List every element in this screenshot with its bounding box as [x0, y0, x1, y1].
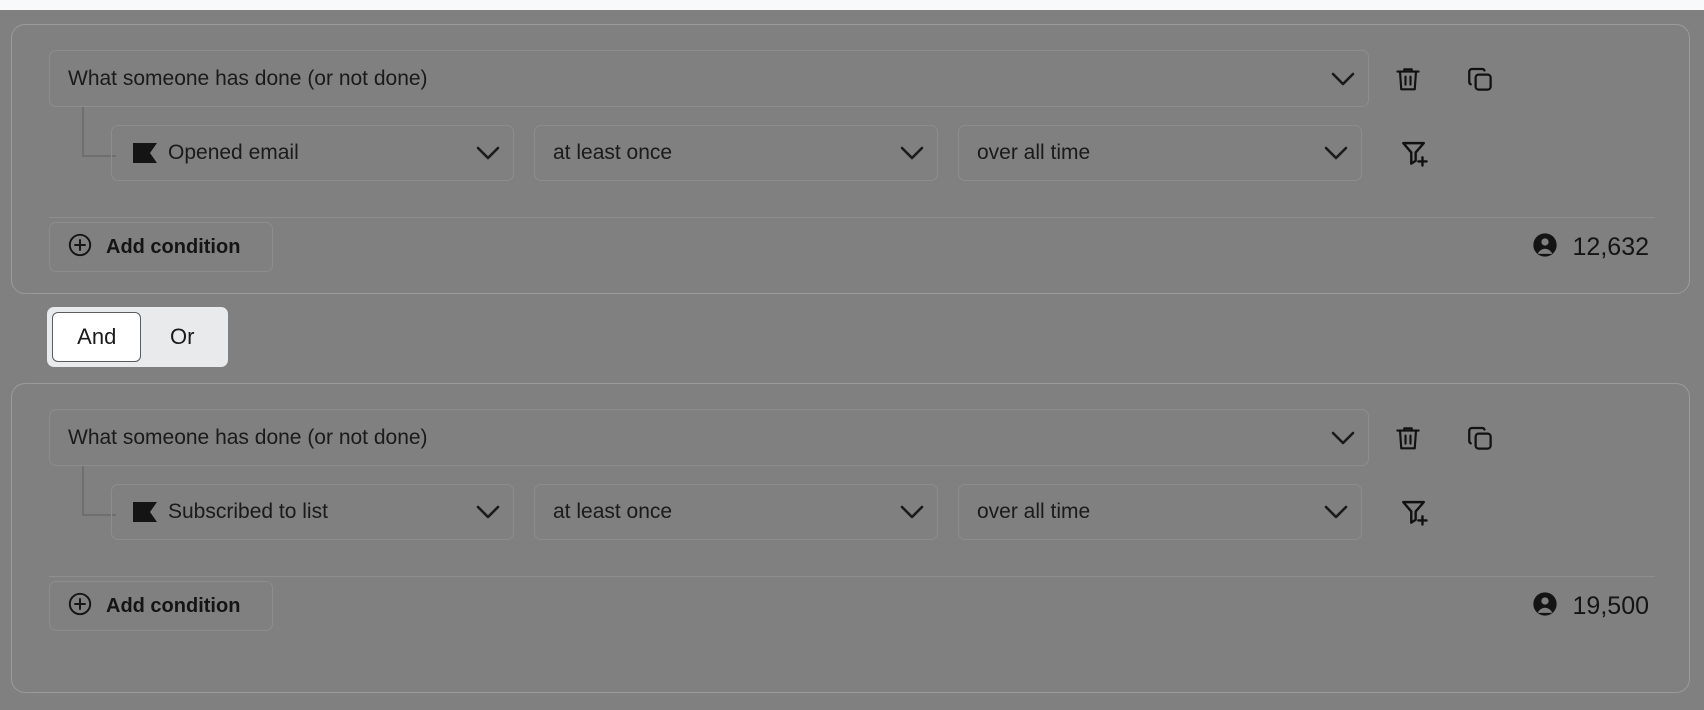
- copy-icon[interactable]: [1464, 422, 1496, 454]
- trigger-type-select[interactable]: What someone has done (or not done): [49, 50, 1369, 107]
- filter-plus-icon[interactable]: [1398, 495, 1432, 529]
- trash-icon[interactable]: [1392, 63, 1424, 95]
- chevron-down-icon: [1319, 504, 1353, 520]
- frequency-select[interactable]: at least once: [534, 125, 938, 181]
- audience-count-value: 12,632: [1572, 232, 1649, 261]
- chevron-down-icon: [1326, 430, 1360, 446]
- person-icon: [1531, 231, 1559, 264]
- chevron-down-icon: [471, 504, 505, 520]
- timeframe-value: over all time: [977, 500, 1091, 523]
- flag-icon: [132, 501, 158, 523]
- chevron-down-icon: [1326, 71, 1360, 87]
- logic-operator-or-label: Or: [170, 324, 195, 349]
- chevron-down-icon: [471, 145, 505, 161]
- trash-icon[interactable]: [1392, 422, 1424, 454]
- condition-group-body: What someone has done (or not done): [12, 25, 1689, 293]
- group-actions: [1392, 50, 1496, 107]
- add-condition-label: Add condition: [106, 235, 241, 258]
- add-condition-button[interactable]: Add condition: [49, 222, 273, 272]
- logic-operator-and[interactable]: And: [52, 312, 142, 362]
- frequency-value: at least once: [553, 141, 673, 164]
- audience-count: 19,500: [1531, 590, 1655, 623]
- add-condition-label: Add condition: [106, 594, 241, 617]
- condition-row: Subscribed to list at least once over al…: [111, 484, 1432, 540]
- card-footer: Add condition 12,632: [49, 218, 1655, 276]
- flag-icon: [132, 142, 158, 164]
- filter-plus-icon[interactable]: [1398, 136, 1432, 170]
- trigger-type-value: What someone has done (or not done): [68, 425, 428, 449]
- chevron-down-icon: [895, 145, 929, 161]
- chevron-down-icon: [1319, 145, 1353, 161]
- chevron-down-icon: [895, 504, 929, 520]
- plus-circle-icon: [67, 232, 93, 263]
- frequency-value: at least once: [553, 500, 673, 523]
- audience-count-value: 19,500: [1572, 591, 1649, 620]
- group-actions: [1392, 409, 1496, 466]
- metric-value: Opened email: [168, 141, 299, 164]
- trigger-type-value: What someone has done (or not done): [68, 66, 428, 90]
- plus-circle-icon: [67, 591, 93, 622]
- timeframe-select[interactable]: over all time: [958, 484, 1362, 540]
- metric-select[interactable]: Subscribed to list: [111, 484, 514, 540]
- metric-select[interactable]: Opened email: [111, 125, 514, 181]
- page-top-strip: [0, 0, 1704, 10]
- timeframe-select[interactable]: over all time: [958, 125, 1362, 181]
- condition-group-card: What someone has done (or not done): [11, 383, 1690, 693]
- logic-operator-toggle: And Or: [47, 307, 228, 367]
- logic-operator-or[interactable]: Or: [141, 312, 223, 362]
- condition-group-card: What someone has done (or not done): [11, 24, 1690, 294]
- metric-value: Subscribed to list: [168, 500, 328, 523]
- person-icon: [1531, 590, 1559, 623]
- audience-count: 12,632: [1531, 231, 1655, 264]
- copy-icon[interactable]: [1464, 63, 1496, 95]
- card-footer: Add condition 19,500: [49, 577, 1655, 635]
- logic-operator-and-label: And: [77, 324, 117, 349]
- add-condition-button[interactable]: Add condition: [49, 581, 273, 631]
- trigger-type-select[interactable]: What someone has done (or not done): [49, 409, 1369, 466]
- timeframe-value: over all time: [977, 141, 1091, 164]
- frequency-select[interactable]: at least once: [534, 484, 938, 540]
- condition-group-body: What someone has done (or not done): [12, 384, 1689, 692]
- condition-row: Opened email at least once over all time: [111, 125, 1432, 181]
